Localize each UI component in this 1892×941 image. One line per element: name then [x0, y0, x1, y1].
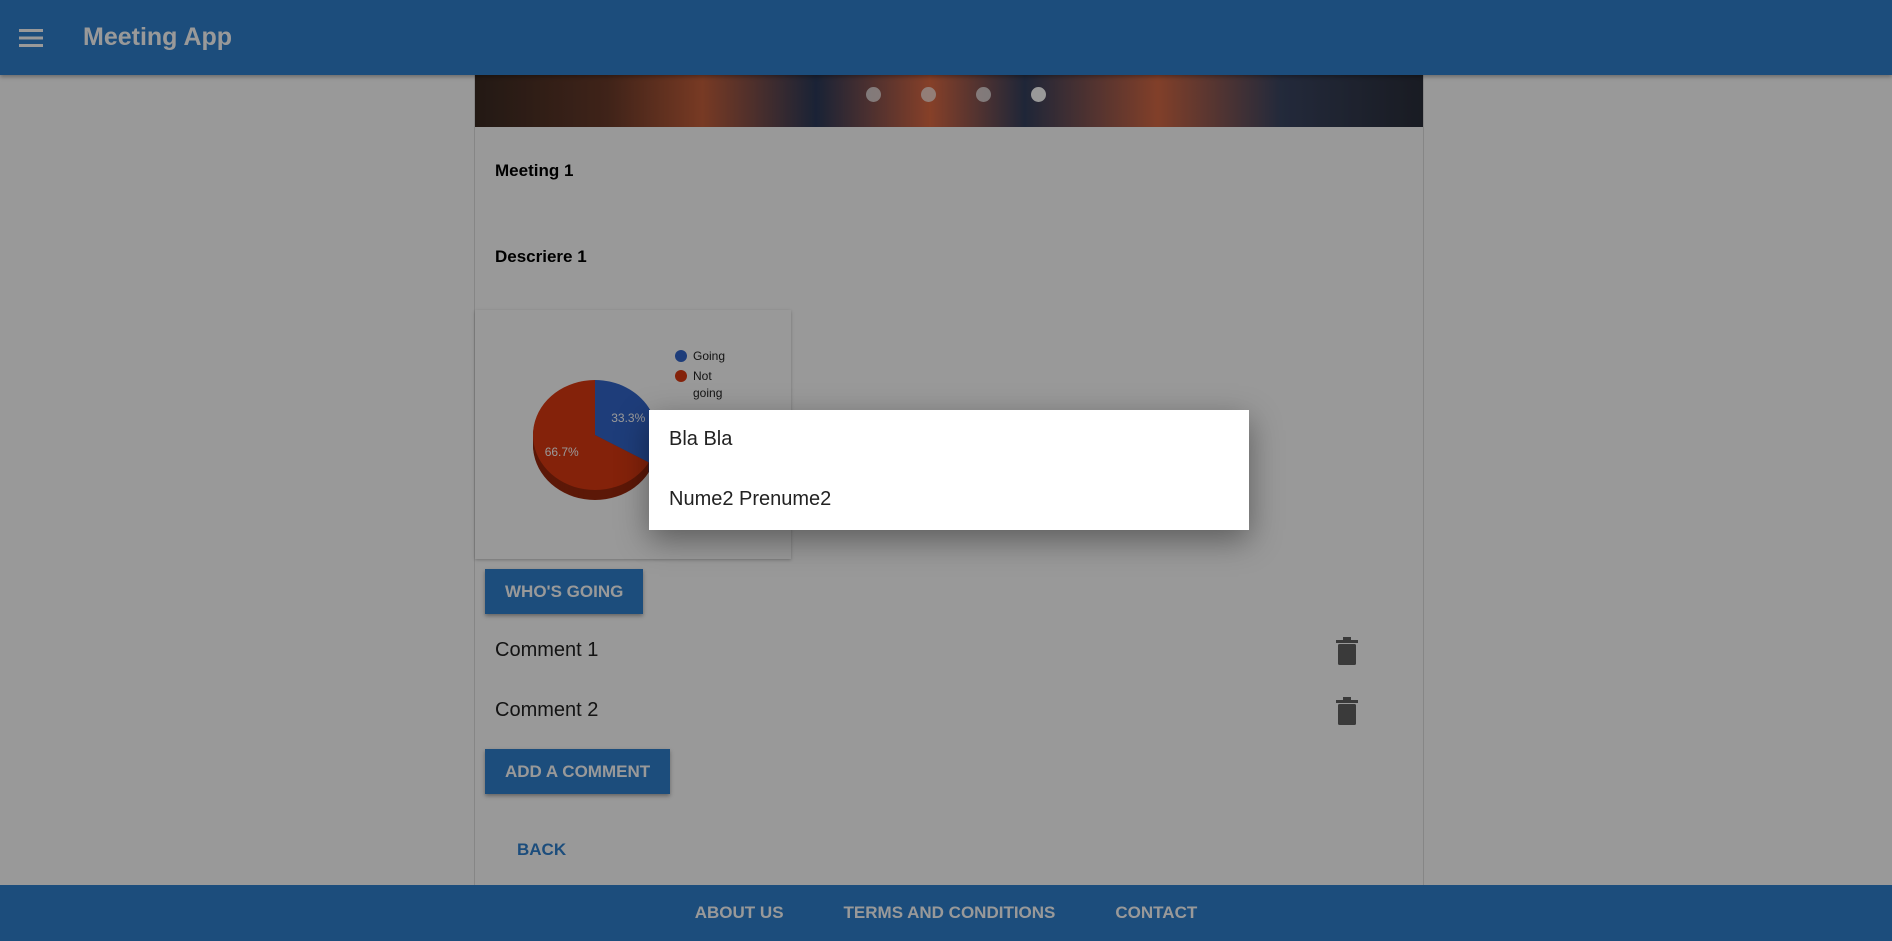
attendee-item-1[interactable]: Bla Bla: [669, 428, 732, 451]
attendees-dialog: Bla Bla Nume2 Prenume2: [649, 410, 1249, 530]
attendee-item-2[interactable]: Nume2 Prenume2: [669, 488, 831, 511]
